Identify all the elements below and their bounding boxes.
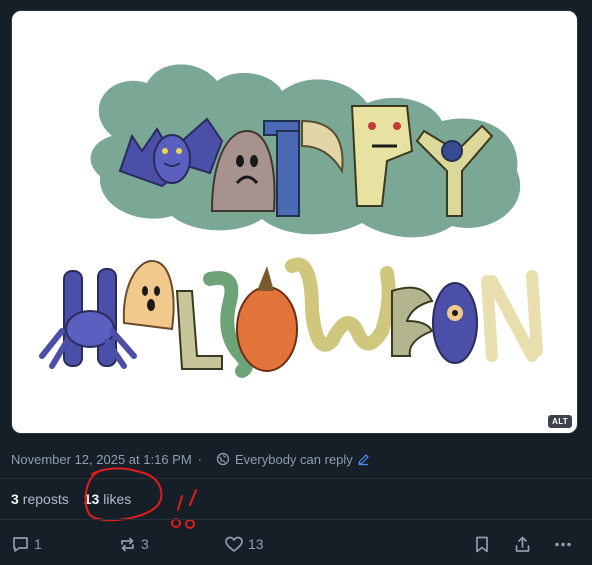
repost-icon — [118, 535, 137, 554]
post-timestamp[interactable]: November 12, 2025 at 1:16 PM — [11, 452, 192, 467]
bookmark-icon — [473, 535, 491, 554]
share-icon — [513, 535, 532, 554]
post-image[interactable]: ALT — [11, 10, 578, 434]
post-stats-row: 3 reposts 13 likes — [11, 490, 131, 508]
reply-count: 1 — [34, 536, 42, 552]
post-action-bar: 1 3 13 — [0, 533, 592, 555]
reposts-stat[interactable]: 3 reposts — [11, 491, 69, 507]
reposts-label: reposts — [22, 491, 69, 507]
likes-label: likes — [103, 491, 132, 507]
bookmark-button[interactable] — [473, 533, 491, 555]
alt-text-badge[interactable]: ALT — [548, 415, 572, 428]
reposts-count: 3 — [11, 491, 19, 507]
heart-icon — [224, 535, 244, 554]
reply-setting-label[interactable]: Everybody can reply — [235, 452, 353, 467]
meta-separator: · — [197, 451, 203, 467]
likes-stat[interactable]: 13 likes — [84, 491, 132, 507]
reply-button[interactable]: 1 — [11, 533, 42, 555]
likes-count: 13 — [83, 491, 100, 507]
more-options-button[interactable] — [553, 533, 573, 555]
divider-top — [0, 478, 592, 479]
ellipsis-icon — [553, 535, 573, 554]
globe-icon — [216, 452, 230, 466]
like-button[interactable]: 13 — [224, 533, 264, 555]
post-meta-row: November 12, 2025 at 1:16 PM · Everybody… — [11, 451, 370, 467]
reply-icon — [11, 535, 30, 554]
repost-button[interactable]: 3 — [118, 533, 149, 555]
like-count: 13 — [248, 536, 264, 552]
repost-count: 3 — [141, 536, 149, 552]
divider-bottom — [0, 519, 592, 520]
happy-halloween-illustration — [39, 64, 543, 378]
share-button[interactable] — [513, 533, 532, 555]
edit-pencil-icon[interactable] — [357, 453, 370, 466]
